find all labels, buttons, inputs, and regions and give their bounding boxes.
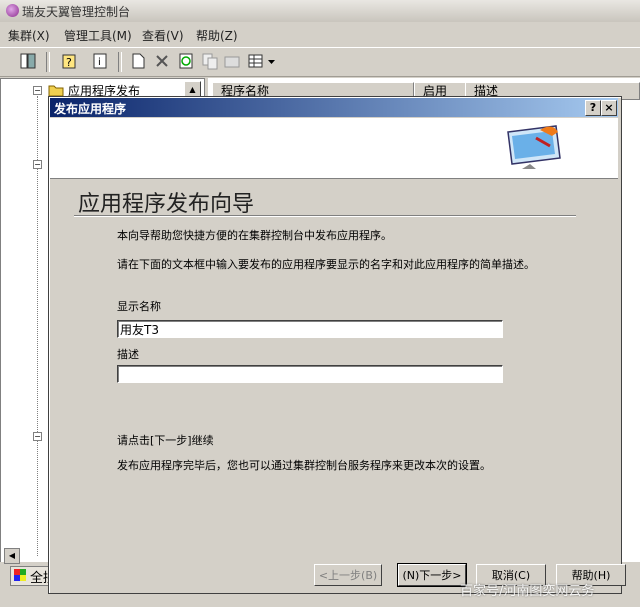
description-field[interactable] bbox=[117, 365, 503, 383]
toolbar-separator bbox=[46, 52, 50, 72]
properties-icon[interactable]: i bbox=[90, 51, 110, 71]
refresh-icon[interactable] bbox=[176, 51, 196, 71]
view-dropdown-icon[interactable] bbox=[266, 51, 278, 71]
dialog-title: 发布应用程序 bbox=[54, 102, 127, 116]
help-topics-icon[interactable]: ? bbox=[60, 51, 80, 71]
toolbar: ? i bbox=[0, 47, 640, 77]
svg-text:i: i bbox=[98, 57, 101, 68]
view-options-icon[interactable] bbox=[246, 51, 266, 71]
tree-expander[interactable]: − bbox=[33, 86, 42, 95]
ime-logo-icon[interactable] bbox=[13, 568, 27, 582]
help-icon[interactable]: ? bbox=[585, 100, 601, 116]
tree-expander[interactable]: − bbox=[33, 432, 42, 441]
divider bbox=[74, 215, 576, 217]
wizard-instruction: 请在下面的文本框中输入要发布的应用程序要显示的名字和对此应用程序的简单描述。 bbox=[117, 258, 535, 271]
tree-expander[interactable]: − bbox=[33, 160, 42, 169]
scroll-left-arrow-icon[interactable]: ◀ bbox=[4, 548, 20, 564]
close-icon[interactable]: × bbox=[601, 100, 617, 116]
display-name-label: 显示名称 bbox=[117, 300, 161, 313]
menu-help[interactable]: 帮助(Z) bbox=[196, 27, 238, 44]
folder-icon bbox=[48, 83, 64, 97]
app-icon bbox=[6, 4, 19, 17]
menu-cluster[interactable]: 集群(X) bbox=[8, 27, 50, 44]
app-title: 瑞友天翼管理控制台 bbox=[22, 5, 131, 19]
finish-hint: 发布应用程序完毕后，您也可以通过集群控制台服务程序来更改本次的设置。 bbox=[117, 459, 491, 472]
description-label: 描述 bbox=[117, 348, 139, 361]
watermark: 百家号/河南图奕网云务 bbox=[460, 584, 595, 599]
menu-view[interactable]: 查看(V) bbox=[142, 27, 184, 44]
dialog-titlebar bbox=[50, 98, 618, 117]
monitor-publish-icon bbox=[500, 122, 570, 170]
display-name-field[interactable]: 用友T3 bbox=[117, 320, 503, 338]
export-icon[interactable] bbox=[222, 51, 242, 71]
toolbar-separator bbox=[118, 52, 122, 72]
wizard-intro: 本向导帮助您快捷方便的在集群控制台中发布应用程序。 bbox=[117, 229, 392, 242]
copy-icon[interactable] bbox=[200, 51, 220, 71]
wizard-title: 应用程序发布向导 bbox=[78, 192, 255, 217]
back-button[interactable]: <上一步(B) bbox=[314, 564, 382, 586]
continue-hint: 请点击[下一步]继续 bbox=[117, 434, 214, 447]
next-button[interactable]: (N)下一步> bbox=[397, 563, 467, 587]
delete-icon[interactable] bbox=[152, 51, 172, 71]
menu-bar: 集群(X) 管理工具(M) 查看(V) 帮助(Z) bbox=[0, 25, 640, 45]
new-document-icon[interactable] bbox=[128, 51, 148, 71]
menu-admin-tools[interactable]: 管理工具(M) bbox=[64, 27, 132, 44]
svg-text:?: ? bbox=[66, 56, 72, 69]
console-tree-icon[interactable] bbox=[18, 51, 38, 71]
